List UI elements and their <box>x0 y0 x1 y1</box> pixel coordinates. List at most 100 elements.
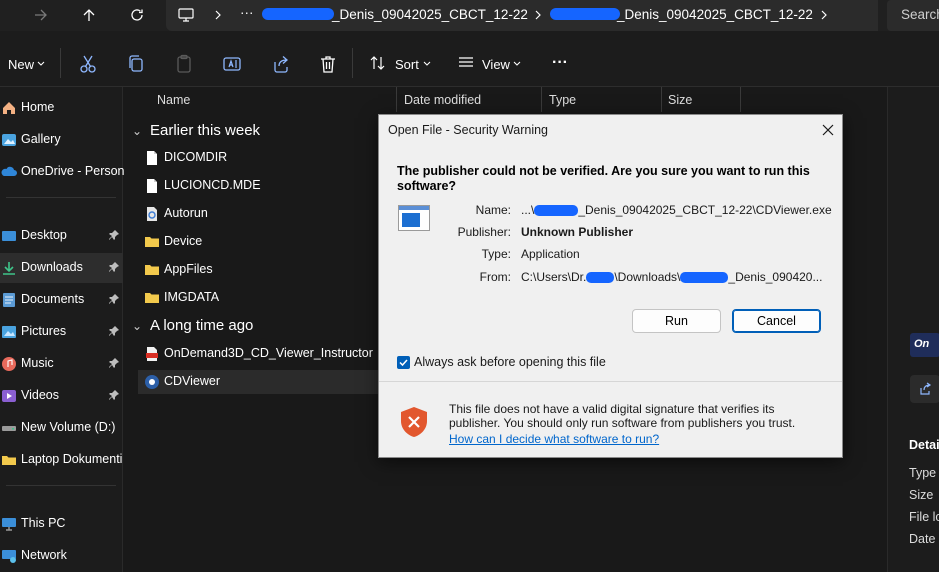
name-label: Name: <box>475 203 511 217</box>
sidebar-item-label: Network <box>21 548 67 562</box>
sort-button[interactable]: Sort <box>366 45 438 77</box>
column-header-name[interactable]: Name <box>157 93 190 107</box>
column-header-size[interactable]: Size <box>668 93 692 107</box>
group-header-earlier-this-week[interactable]: ⌄ Earlier this week <box>132 122 260 139</box>
file-name: IMGDATA <box>164 290 220 304</box>
file-row-appfiles[interactable]: AppFiles <box>138 258 378 282</box>
redaction-mark <box>680 272 729 284</box>
up-button[interactable] <box>74 0 104 30</box>
forward-button[interactable] <box>26 0 56 30</box>
sidebar-item-label: This PC <box>21 516 66 530</box>
sidebar-item-label: New Volume (D:) <box>21 420 116 434</box>
file-row-imgdata[interactable]: IMGDATA <box>138 286 378 310</box>
share-icon <box>920 382 932 395</box>
address-field[interactable]: ··· _Denis_09042025_CBCT_12-22 _Denis_09… <box>166 0 878 31</box>
sidebar-item-label: Gallery <box>21 132 61 146</box>
pin-icon[interactable] <box>108 261 120 273</box>
drive-icon <box>2 426 16 431</box>
monitor-icon <box>178 8 194 22</box>
cut-button[interactable] <box>77 53 99 75</box>
sidebar-item-laptop-dokumenti[interactable]: Laptop Dokumenti <box>0 445 123 475</box>
sidebar-item-this-pc[interactable]: This PC <box>0 509 123 539</box>
shield-warning-icon <box>401 407 427 437</box>
share-button[interactable] <box>269 53 291 75</box>
breadcrumb-item[interactable]: _Denis_09042025_CBCT_12-22 <box>617 7 813 22</box>
pin-icon[interactable] <box>108 229 120 241</box>
always-ask-label[interactable]: Always ask before opening this file <box>414 355 606 369</box>
paste-icon <box>177 54 191 73</box>
always-ask-checkbox[interactable] <box>397 356 410 369</box>
column-header-type[interactable]: Type <box>549 93 576 107</box>
close-icon <box>822 124 834 136</box>
group-header-a-long-time-ago[interactable]: ⌄ A long time ago <box>132 317 253 334</box>
file-row-dicomdir[interactable]: DICOMDIR <box>138 146 378 170</box>
publisher-label: Publisher: <box>457 225 511 239</box>
copy-button[interactable] <box>125 53 147 75</box>
column-divider[interactable] <box>396 87 397 112</box>
more-options-label: ··· <box>552 54 568 71</box>
column-header-date-modified[interactable]: Date modified <box>404 93 481 107</box>
cancel-button[interactable]: Cancel <box>732 309 821 333</box>
paste-button[interactable] <box>173 53 195 75</box>
sidebar-item-music[interactable]: Music <box>0 349 123 379</box>
file-name: OnDemand3D_CD_Viewer_Instructor <box>164 346 373 360</box>
file-row-cdviewer[interactable]: CDViewer <box>138 370 378 394</box>
search-box[interactable]: Search <box>887 0 939 31</box>
column-divider[interactable] <box>740 87 741 112</box>
more-options-button[interactable]: ··· <box>544 45 578 77</box>
breadcrumb-item[interactable]: _Denis_09042025_CBCT_12-22 <box>332 7 528 22</box>
file-name: AppFiles <box>164 262 213 276</box>
music-icon <box>2 357 16 371</box>
sidebar-item-gallery[interactable]: Gallery <box>0 125 123 155</box>
sidebar-item-documents[interactable]: Documents <box>0 285 123 315</box>
this-pc-icon <box>2 518 16 531</box>
sidebar-item-videos[interactable]: Videos <box>0 381 123 411</box>
share-button[interactable] <box>910 375 939 403</box>
videos-icon <box>2 390 16 402</box>
run-button[interactable]: Run <box>632 309 721 333</box>
sidebar-item-label: Documents <box>21 292 85 306</box>
view-button[interactable]: View <box>454 45 526 77</box>
pin-icon[interactable] <box>108 293 120 305</box>
pin-icon[interactable] <box>108 325 120 337</box>
file-row-lucioncd-mde[interactable]: LUCIONCD.MDE <box>138 174 378 198</box>
name-prefix: ...\ <box>521 203 535 217</box>
close-button[interactable] <box>815 119 841 141</box>
delete-button[interactable] <box>317 53 339 75</box>
file-row-device[interactable]: Device <box>138 230 378 254</box>
sidebar-item-network[interactable]: Network <box>0 541 123 571</box>
dialog-title: Open File - Security Warning <box>388 123 549 137</box>
toolbar-separator <box>352 48 353 78</box>
sidebar-item-downloads[interactable]: Downloads <box>0 253 123 283</box>
sidebar-item-new-volume[interactable]: New Volume (D:) <box>0 413 123 443</box>
pictures-icon <box>2 326 16 338</box>
help-link[interactable]: How can I decide what software to run? <box>449 432 659 446</box>
column-divider[interactable] <box>541 87 542 112</box>
file-name: DICOMDIR <box>164 150 228 164</box>
refresh-button[interactable] <box>122 0 152 30</box>
group-title: A long time ago <box>150 317 254 334</box>
sidebar-item-pictures[interactable]: Pictures <box>0 317 123 347</box>
sidebar-item-home[interactable]: Home <box>0 93 123 123</box>
file-row-ondemand3d-instructor[interactable]: OnDemand3D_CD_Viewer_Instructor <box>138 342 378 366</box>
folder-icon <box>2 456 16 465</box>
sidebar-item-onedrive[interactable]: OneDrive - Persona <box>0 157 131 187</box>
checkmark-icon <box>399 359 408 367</box>
dialog-question: The publisher could not be verified. Are… <box>397 164 810 193</box>
file-row-autorun[interactable]: Autorun <box>138 202 378 226</box>
copy-icon <box>129 55 143 72</box>
rename-button[interactable] <box>221 53 243 75</box>
toolbar-separator <box>60 48 61 78</box>
sidebar-item-desktop[interactable]: Desktop <box>0 221 123 251</box>
sort-button-label: Sort <box>395 57 419 72</box>
new-button-label: New <box>8 57 35 72</box>
new-button[interactable]: New <box>0 45 54 77</box>
breadcrumb-overflow[interactable]: ··· <box>240 5 254 20</box>
folder-icon <box>145 293 159 303</box>
file-icon <box>147 151 157 165</box>
pin-icon[interactable] <box>108 357 120 369</box>
pin-icon[interactable] <box>108 389 120 401</box>
trash-icon <box>321 56 335 73</box>
chevron-down-icon: ⌄ <box>132 319 143 333</box>
column-divider[interactable] <box>661 87 662 112</box>
